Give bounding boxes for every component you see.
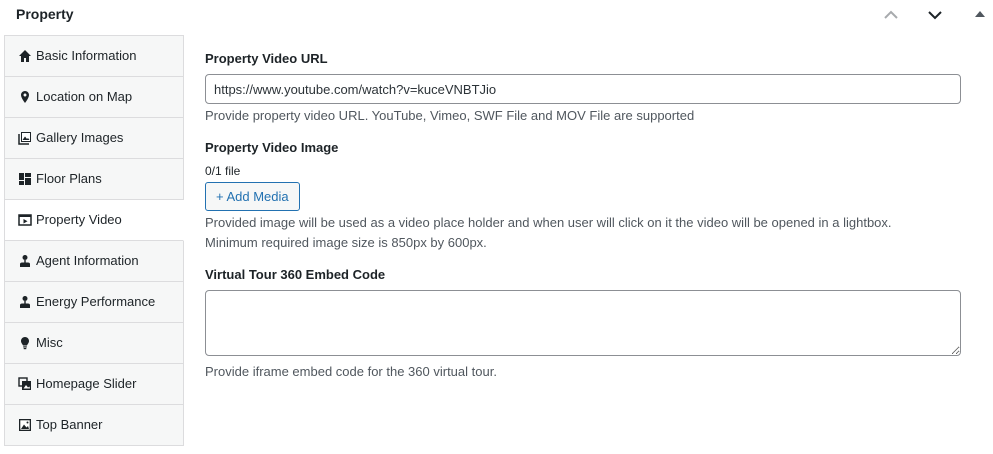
triangle-up-icon: [975, 11, 985, 17]
tab-label: Location on Map: [36, 89, 133, 104]
tab-label: Top Banner: [36, 417, 103, 432]
move-up-button[interactable]: [881, 5, 901, 25]
tab-floor-plans[interactable]: Floor Plans: [4, 159, 184, 200]
image-icon: [18, 418, 32, 432]
floor-plan-icon: [18, 172, 32, 186]
metabox-title: Property: [16, 6, 74, 22]
video-image-label: Property Video Image: [205, 140, 339, 155]
tab-label: Agent Information: [36, 253, 139, 268]
tab-basic-information[interactable]: Basic Information: [4, 35, 184, 77]
file-count: 0/1 file: [205, 164, 241, 178]
virtual-tour-label: Virtual Tour 360 Embed Code: [205, 267, 386, 282]
video-image-size-note: Minimum required image size is 850px by …: [205, 235, 487, 250]
video-url-label: Property Video URL: [205, 51, 328, 66]
tab-label: Floor Plans: [36, 171, 102, 186]
tab-property-video[interactable]: Property Video: [4, 200, 184, 241]
person-icon: [18, 254, 32, 268]
tab-top-banner[interactable]: Top Banner: [4, 405, 184, 446]
tab-label: Homepage Slider: [36, 376, 137, 391]
metabox-tabs: Basic Information Location on Map Galler…: [4, 35, 184, 446]
video-icon: [18, 213, 32, 227]
lightbulb-icon: [18, 336, 32, 350]
chevron-up-icon: [884, 10, 898, 19]
tab-energy-performance[interactable]: Energy Performance: [4, 282, 184, 323]
tab-gallery-images[interactable]: Gallery Images: [4, 118, 184, 159]
home-icon: [18, 49, 32, 63]
tab-label: Misc: [36, 335, 63, 350]
tab-label: Basic Information: [36, 48, 137, 63]
metabox-header: Property: [0, 0, 993, 30]
tab-misc[interactable]: Misc: [4, 323, 184, 364]
slides-icon: [18, 377, 32, 391]
add-media-button[interactable]: + Add Media: [205, 182, 300, 211]
tab-agent-information[interactable]: Agent Information: [4, 241, 184, 282]
video-image-description: Provided image will be used as a video p…: [205, 215, 892, 230]
tab-location-on-map[interactable]: Location on Map: [4, 77, 184, 118]
tab-homepage-slider[interactable]: Homepage Slider: [4, 364, 184, 405]
tab-label: Property Video: [36, 212, 122, 227]
toggle-panel-button[interactable]: [970, 5, 990, 25]
chevron-down-icon: [928, 11, 942, 20]
tab-label: Gallery Images: [36, 130, 124, 145]
virtual-tour-embed-textarea[interactable]: [205, 290, 961, 356]
person-icon: [18, 295, 32, 309]
location-pin-icon: [18, 90, 32, 104]
virtual-tour-description: Provide iframe embed code for the 360 vi…: [205, 364, 497, 379]
video-url-input[interactable]: [205, 74, 961, 104]
move-down-button[interactable]: [925, 5, 945, 25]
tab-label: Energy Performance: [36, 294, 156, 309]
gallery-icon: [18, 131, 32, 145]
video-url-description: Provide property video URL. YouTube, Vim…: [205, 108, 695, 123]
